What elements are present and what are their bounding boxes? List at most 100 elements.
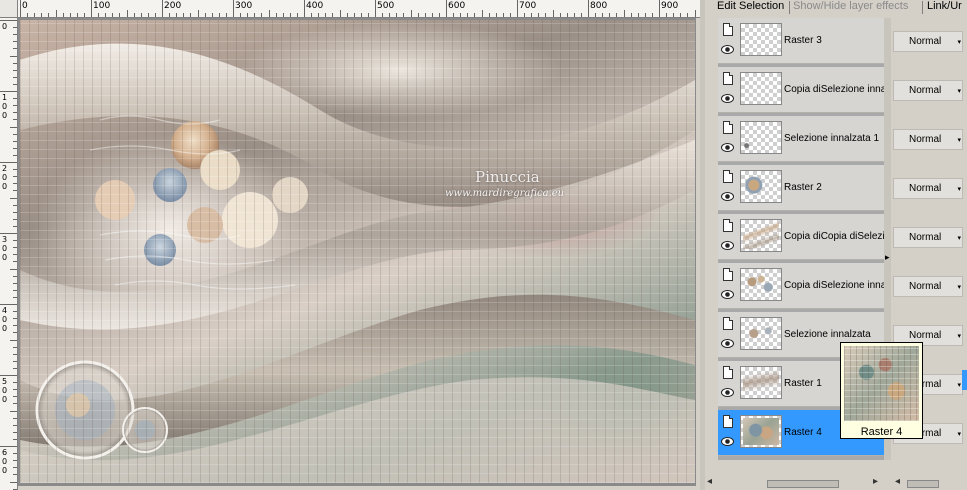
ruler-tick: [13, 211, 17, 213]
chevron-down-icon[interactable]: ▾: [957, 430, 961, 438]
ruler-tick: [176, 13, 178, 17]
ruler-tick: [296, 13, 298, 17]
ruler-label: 800: [590, 1, 608, 11]
scroll-left-icon[interactable]: ◂: [707, 476, 712, 487]
ruler-tick: [13, 360, 17, 362]
layer-row[interactable]: Raster 2: [718, 165, 884, 211]
ruler-tick: [13, 27, 17, 29]
ruler-tick: [13, 240, 17, 242]
show-hide-layer-effects-button[interactable]: Show/Hide layer effects: [793, 0, 908, 12]
ruler-tick: [211, 13, 213, 17]
ruler-tick: [275, 13, 277, 17]
edit-selection-button[interactable]: Edit Selection: [717, 0, 784, 12]
scrollbar-thumb[interactable]: [767, 480, 839, 488]
ruler-tick: [566, 13, 568, 17]
eye-icon[interactable]: [721, 44, 734, 55]
ruler-tick: [10, 410, 17, 412]
layer-name: Selezione innalzata 1: [784, 133, 880, 144]
ruler-tick: [680, 13, 682, 17]
ruler-tick: [254, 13, 256, 17]
ruler-tick: [13, 76, 17, 78]
eye-icon[interactable]: [721, 191, 734, 202]
ruler-tick: [0, 446, 17, 447]
link-unlink-button[interactable]: Link/Ur: [927, 0, 962, 12]
ruler-tick: [13, 98, 17, 100]
chevron-down-icon[interactable]: ▾: [957, 234, 961, 242]
eye-icon[interactable]: [721, 93, 734, 104]
ruler-tick: [48, 13, 50, 17]
image-canvas[interactable]: Pinuccia www.mardiregrafica.eu: [20, 20, 695, 483]
scrollbar-thumb[interactable]: [907, 480, 939, 488]
layer-row[interactable]: Raster 3: [718, 18, 884, 64]
scroll-left-icon[interactable]: ◂: [895, 476, 900, 487]
ruler-tick: [13, 474, 17, 476]
eye-icon[interactable]: [721, 142, 734, 153]
layer-row[interactable]: Copia diCopia diSelezion: [718, 214, 884, 260]
eye-icon[interactable]: [721, 240, 734, 251]
ruler-tick: [62, 13, 64, 17]
layer-row[interactable]: Selezione innalzata 1: [718, 116, 884, 162]
ruler-tick: [509, 13, 511, 17]
ruler-tick: [13, 225, 17, 227]
chevron-down-icon[interactable]: ▾: [957, 185, 961, 193]
blend-mode-value: Normal: [909, 183, 942, 194]
ruler-tick: [13, 311, 17, 313]
ruler-tick: [311, 13, 313, 17]
chevron-down-icon[interactable]: ▾: [957, 136, 961, 144]
ruler-tick: [13, 176, 17, 178]
blend-horizontal-scrollbar[interactable]: ◂: [893, 476, 967, 490]
blend-mode-dropdown[interactable]: Normal ▾: [893, 178, 963, 199]
mosaic-grid-overlay: [20, 20, 695, 483]
ruler-tick: [559, 13, 561, 17]
ruler-tick: [183, 13, 185, 17]
chevron-down-icon[interactable]: ▾: [957, 381, 961, 389]
ruler-label: 0: [22, 1, 28, 11]
ruler-tick: [488, 13, 490, 17]
ruler-tick: [197, 10, 199, 17]
tooltip-label: Raster 4: [860, 426, 903, 438]
layers-horizontal-scrollbar[interactable]: ◂ ▸: [705, 476, 885, 490]
eye-icon[interactable]: [721, 289, 734, 300]
document-icon: [723, 366, 733, 379]
scroll-right-icon[interactable]: ▸: [873, 476, 878, 487]
document-icon: [723, 170, 733, 183]
ruler-tick: [13, 282, 17, 284]
ruler-tick: [367, 13, 369, 17]
chevron-down-icon[interactable]: ▾: [957, 38, 961, 46]
layer-row[interactable]: Copia diSelezione innalz.: [718, 263, 884, 309]
ruler-tick: [13, 112, 17, 114]
ruler-tick: [10, 197, 17, 199]
ruler-tick: [13, 346, 17, 348]
eye-icon[interactable]: [721, 436, 734, 447]
blend-mode-dropdown[interactable]: Normal ▾: [893, 80, 963, 101]
ruler-tick: [13, 34, 17, 36]
ruler-tick: [247, 13, 249, 17]
blend-mode-dropdown[interactable]: Normal ▾: [893, 276, 963, 297]
ruler-tick: [13, 318, 17, 320]
ruler-tick: [410, 10, 412, 17]
ruler-tick: [0, 20, 17, 21]
ruler-tick: [225, 13, 227, 17]
ruler-label: 200: [164, 1, 182, 11]
vertical-ruler: 0 100 200 300 400 500 600: [0, 18, 18, 490]
eye-icon[interactable]: [721, 387, 734, 398]
ruler-tick: [169, 13, 171, 17]
blend-mode-dropdown[interactable]: Normal ▾: [893, 129, 963, 150]
ruler-label: 400: [2, 306, 8, 333]
ruler-label: 500: [2, 377, 8, 404]
triangle-right-icon[interactable]: ▸: [885, 252, 890, 263]
document-icon: [723, 415, 733, 428]
blend-mode-dropdown[interactable]: Normal ▾: [893, 31, 963, 52]
ruler-tick: [13, 438, 17, 440]
canvas-frame[interactable]: Pinuccia www.mardiregrafica.eu: [18, 18, 696, 486]
chevron-down-icon[interactable]: ▾: [957, 87, 961, 95]
blend-mode-dropdown[interactable]: Normal ▾: [893, 227, 963, 248]
chevron-down-icon[interactable]: ▾: [957, 283, 961, 291]
ruler-tick: [580, 13, 582, 17]
ruler-tick: [13, 396, 17, 398]
eye-icon[interactable]: [721, 338, 734, 349]
ruler-tick: [673, 13, 675, 17]
layer-row[interactable]: Copia diSelezione innalz.: [718, 67, 884, 113]
chevron-down-icon[interactable]: ▾: [957, 332, 961, 340]
ruler-tick: [10, 55, 17, 57]
